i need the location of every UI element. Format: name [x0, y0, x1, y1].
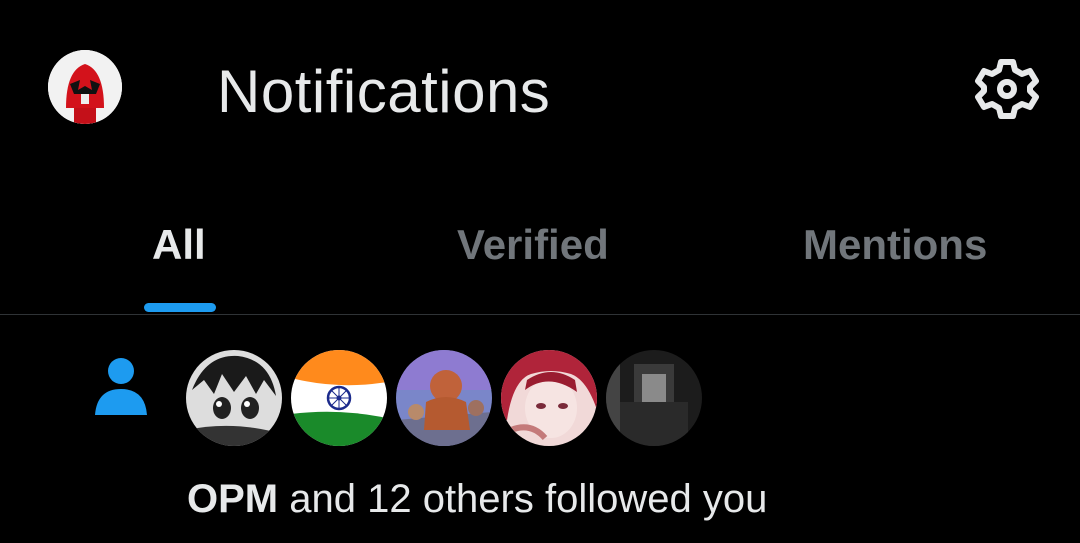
person-icon	[95, 358, 147, 415]
red-ranger-helmet-icon	[48, 50, 122, 124]
actor-name[interactable]: OPM	[187, 477, 278, 521]
grayscale-photo-avatar[interactable]	[606, 350, 702, 446]
top-header: Notifications	[0, 0, 1080, 180]
cartoon-pirate-avatar[interactable]	[396, 350, 492, 446]
notification-message: and 12 others followed you	[278, 477, 768, 521]
active-tab-indicator	[144, 303, 216, 312]
profile-avatar[interactable]	[48, 50, 122, 124]
tab-mentions[interactable]: Mentions	[803, 220, 987, 270]
anime-girl-avatar[interactable]	[501, 350, 597, 446]
page-title: Notifications	[217, 58, 551, 125]
settings-button[interactable]	[970, 55, 1044, 123]
india-flag-avatar[interactable]	[291, 350, 387, 446]
notification-item[interactable]: OPM and 12 others followed you	[0, 315, 1080, 543]
notification-tabs: All Verified Mentions	[0, 200, 1080, 314]
tab-all[interactable]: All	[152, 220, 206, 270]
notification-text: OPM and 12 others followed you	[187, 475, 767, 523]
gear-icon	[975, 59, 1039, 119]
manga-boy-avatar[interactable]	[186, 350, 282, 446]
tab-verified[interactable]: Verified	[457, 220, 609, 270]
